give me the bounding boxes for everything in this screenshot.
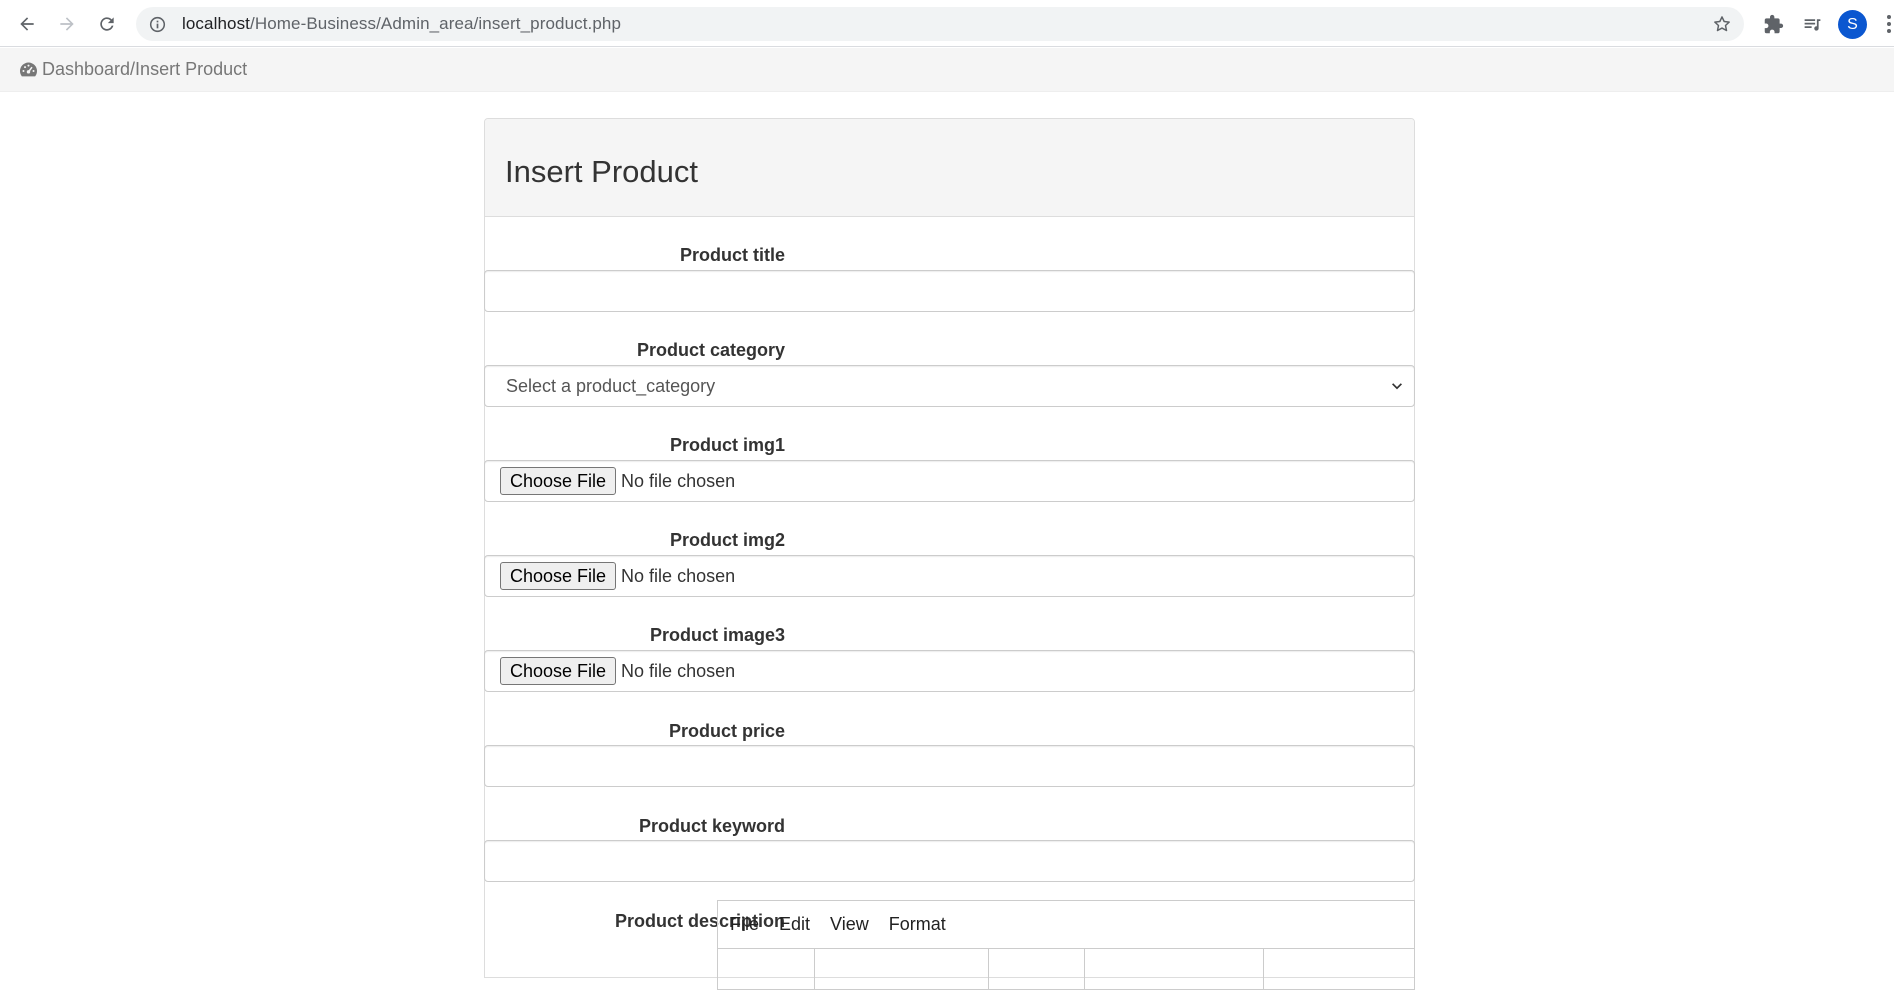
back-icon[interactable] xyxy=(12,11,42,37)
toolbar-divider xyxy=(988,949,989,989)
product-title-input[interactable] xyxy=(484,270,1415,312)
breadcrumb-text: Dashboard/Insert Product xyxy=(42,59,248,79)
product-keyword-input[interactable] xyxy=(484,840,1415,882)
img2-file-status: No file chosen xyxy=(621,565,736,586)
img1-choose-file-button[interactable]: Choose File xyxy=(500,467,617,495)
breadcrumb: Dashboard/Insert Product xyxy=(0,48,1894,92)
profile-avatar[interactable]: S xyxy=(1838,10,1867,39)
toolbar-divider xyxy=(1263,949,1264,989)
panel-title: Insert Product xyxy=(505,153,698,189)
product-category-select[interactable]: Select a product_category xyxy=(484,365,1415,407)
dashboard-icon xyxy=(20,62,38,77)
product-price-label: Product price xyxy=(668,721,785,741)
editor-menubar: File Edit View Format xyxy=(718,901,1414,949)
editor-menu-file[interactable]: File xyxy=(730,914,759,935)
media-queue-icon[interactable] xyxy=(1800,12,1824,36)
extensions-puzzle-icon[interactable] xyxy=(1761,12,1785,36)
product-title-label: Product title xyxy=(679,245,785,265)
product-img2-file-input: Choose File No file chosen xyxy=(484,555,1415,597)
product-img1-file-input: Choose File No file chosen xyxy=(484,460,1415,502)
toolbar-divider xyxy=(814,949,815,989)
img2-choose-file-button[interactable]: Choose File xyxy=(500,562,617,590)
product-keyword-label: Product keyword xyxy=(638,816,785,836)
browser-menu-icon[interactable] xyxy=(1884,12,1894,36)
bookmark-star-icon[interactable] xyxy=(1712,14,1732,34)
editor-menu-view[interactable]: View xyxy=(830,914,869,935)
address-bar[interactable]: localhost/Home-Business/Admin_area/inser… xyxy=(136,7,1744,41)
product-image3-label: Product image3 xyxy=(649,625,785,645)
product-img2-label: Product img2 xyxy=(669,530,785,550)
toolbar-divider xyxy=(1084,949,1085,989)
url-path: /Home-Business/Admin_area/insert_product… xyxy=(250,14,622,33)
image3-choose-file-button[interactable]: Choose File xyxy=(500,657,617,685)
insert-product-panel: Insert Product Product title Product cat… xyxy=(484,118,1415,990)
avatar-letter: S xyxy=(1847,15,1858,33)
url-host: localhost xyxy=(182,14,250,33)
url-text[interactable]: localhost/Home-Business/Admin_area/inser… xyxy=(182,14,621,34)
product-image3-file-input: Choose File No file chosen xyxy=(484,650,1415,692)
img1-file-status: No file chosen xyxy=(621,470,736,491)
browser-toolbar: localhost/Home-Business/Admin_area/inser… xyxy=(0,0,1894,47)
category-selected-value: Select a product_category xyxy=(506,375,716,396)
image3-file-status: No file chosen xyxy=(621,660,736,681)
editor-menu-format[interactable]: Format xyxy=(889,914,946,935)
reload-icon[interactable] xyxy=(92,11,122,37)
site-info-icon[interactable] xyxy=(148,15,166,33)
panel-heading: Insert Product xyxy=(485,119,1414,217)
product-category-label: Product category xyxy=(636,340,785,360)
description-rich-text-editor[interactable]: File Edit View Format xyxy=(717,900,1415,990)
editor-toolbar xyxy=(718,949,1414,989)
product-img1-label: Product img1 xyxy=(669,435,785,455)
forward-icon[interactable] xyxy=(52,11,82,37)
editor-menu-edit[interactable]: Edit xyxy=(779,914,810,935)
chevron-down-icon xyxy=(1392,383,1402,390)
product-price-input[interactable] xyxy=(484,745,1415,787)
